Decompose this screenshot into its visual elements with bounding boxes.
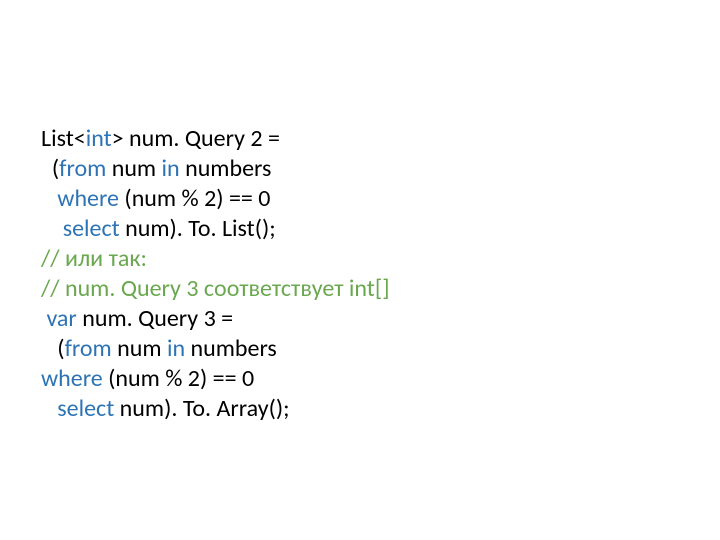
keyword-in: in — [162, 154, 180, 183]
code-text — [41, 184, 57, 213]
code-text: numbers — [185, 334, 282, 363]
code-block: List<int> num. Query 2 = (from num in nu… — [41, 124, 720, 424]
code-text: num — [106, 154, 161, 183]
code-text — [41, 394, 57, 423]
code-text: (num % 2) == 0 — [119, 184, 276, 213]
comment-line: // или так: — [41, 244, 147, 273]
slide: List<int> num. Query 2 = (from num in nu… — [0, 0, 720, 540]
keyword-select: select — [63, 214, 120, 243]
code-text: ( — [41, 154, 59, 183]
keyword-where: where — [41, 364, 103, 393]
code-text: num). To. Array(); — [114, 394, 295, 423]
keyword-from: from — [59, 154, 106, 183]
keyword-where: where — [57, 184, 119, 213]
code-text: numbers — [180, 154, 277, 183]
code-text: num. Query 3 = — [77, 304, 239, 333]
code-text — [41, 214, 63, 243]
keyword-from: from — [65, 334, 112, 363]
code-text: num). To. List(); — [120, 214, 281, 243]
code-text: (num % 2) == 0 — [103, 364, 260, 393]
code-text: num — [112, 334, 167, 363]
keyword-int: int — [86, 124, 112, 153]
keyword-select: select — [57, 394, 114, 423]
comment-line: // num. Query 3 соответствует int[] — [41, 274, 390, 303]
keyword-in: in — [167, 334, 185, 363]
code-text: List< — [41, 124, 86, 153]
keyword-var: var — [46, 304, 76, 333]
code-text: > num. Query 2 = — [112, 124, 286, 153]
code-text: ( — [41, 334, 65, 363]
